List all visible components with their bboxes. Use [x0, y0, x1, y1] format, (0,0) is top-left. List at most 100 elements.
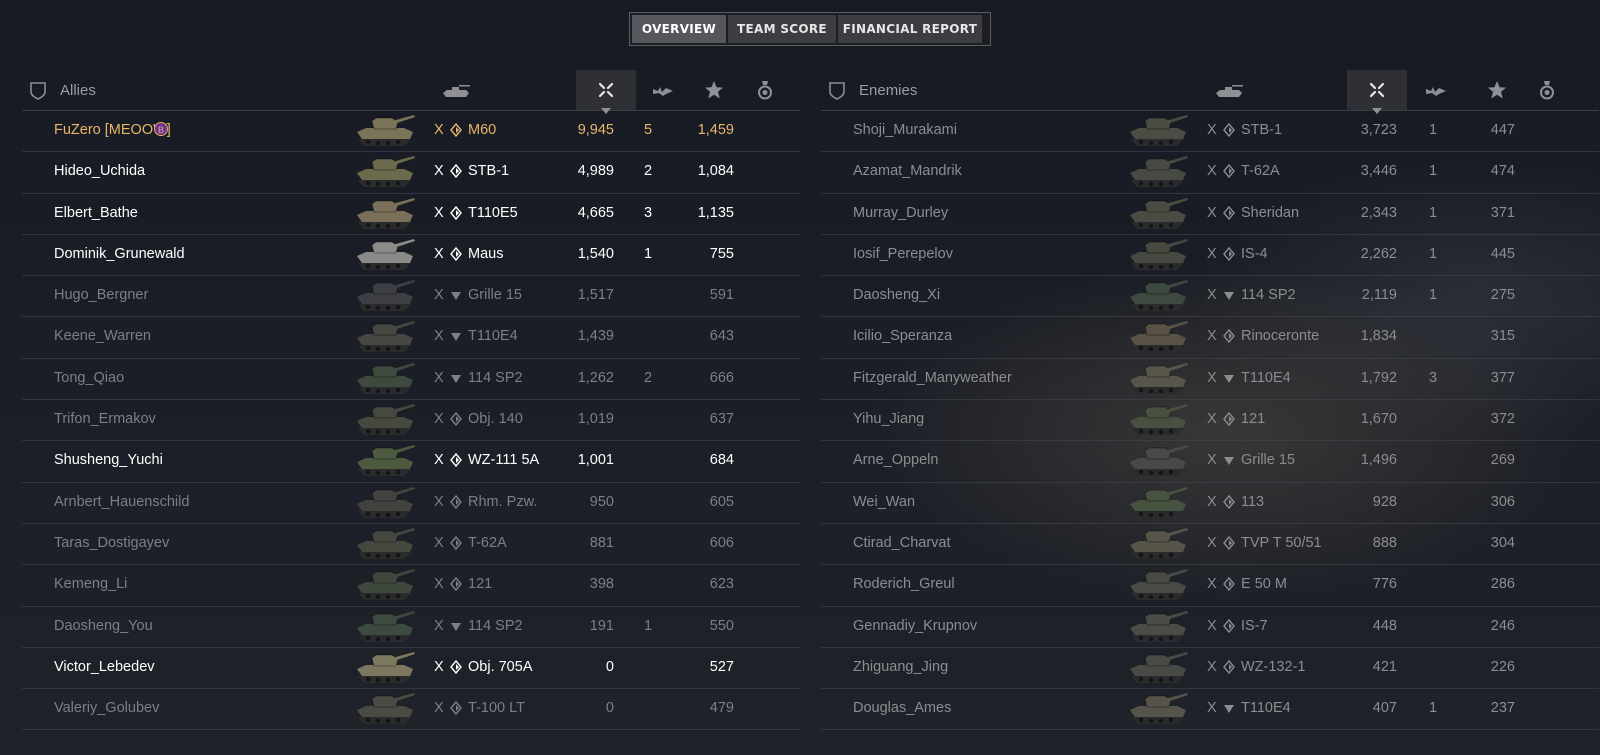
player-row[interactable]: Hugo_Bergner X Grille 15 1,517 591 — [22, 276, 800, 318]
player-row[interactable]: Keene_Warren X T110E4 1,439 643 — [22, 317, 800, 359]
medal-icon[interactable] — [1539, 80, 1555, 100]
player-row[interactable]: FuZero [MEOOW] B X M60 9,945 5 1,459 — [22, 111, 800, 153]
player-row[interactable]: Iosif_Perepelov X IS-4 2,262 1 445 — [821, 235, 1599, 277]
allies-title: Allies — [60, 82, 96, 99]
vehicle-column-icon[interactable] — [442, 84, 472, 98]
vehicle-name: Rinoceronte — [1241, 328, 1320, 345]
player-row[interactable]: Elbert_Bathe X T110E5 4,665 3 1,135 — [22, 194, 800, 235]
player-row[interactable]: Roderich_Greul X E 50 M 776 286 — [821, 565, 1599, 607]
player-row[interactable]: Taras_Dostigayev X T-62A 881 606 — [22, 524, 800, 566]
clan-badge-icon: B — [154, 122, 168, 136]
tab-overview[interactable]: OVERVIEW — [632, 15, 726, 43]
tier-label: X — [434, 369, 444, 386]
player-row[interactable]: Yihu_Jiang X 121 1,670 372 — [821, 400, 1599, 442]
kills-column-icon[interactable] — [1425, 84, 1447, 98]
heavy-tank-class-icon — [450, 164, 462, 179]
experience-value: 286 — [1490, 576, 1515, 593]
player-row[interactable]: Victor_Lebedev X Obj. 705A 0 527 — [22, 648, 800, 690]
tank-thumbnail-icon — [357, 610, 415, 642]
vehicle-name: T-62A — [1241, 163, 1280, 180]
vehicle-name: 121 — [468, 576, 493, 593]
player-row[interactable]: Kemeng_Li X 121 398 623 — [22, 565, 800, 607]
vehicle-name: T110E4 — [468, 328, 518, 345]
vehicle-column-icon[interactable] — [1215, 84, 1245, 98]
vehicle-name: T-62A — [468, 534, 507, 551]
tier-label: X — [1207, 493, 1217, 510]
experience-value: 275 — [1490, 287, 1515, 304]
tank-thumbnail-icon — [1130, 362, 1188, 394]
heavy-tank-class-icon — [450, 494, 462, 509]
kills-value: 1 — [644, 245, 653, 262]
spg-class-icon — [1224, 457, 1234, 466]
tank-thumbnail-icon — [1130, 197, 1188, 229]
player-name: Dominik_Grunewald — [54, 245, 185, 262]
tab-financial-report[interactable]: FINANCIAL REPORT — [838, 15, 982, 43]
tank-thumbnail-icon — [357, 651, 415, 683]
vehicle-name: 114 SP2 — [468, 369, 523, 386]
medal-icon[interactable] — [757, 80, 773, 100]
damage-value: 2,119 — [1361, 287, 1397, 304]
experience-value: 1,084 — [697, 163, 734, 180]
tier-label: X — [1207, 204, 1217, 221]
vehicle-name: T110E5 — [468, 204, 518, 221]
player-row[interactable]: Daosheng_Xi X 114 SP2 2,119 1 275 — [821, 276, 1599, 318]
player-row[interactable]: Shusheng_Yuchi X WZ-111 5A 1,001 684 — [22, 441, 800, 483]
experience-value: 684 — [709, 452, 734, 469]
damage-value: 928 — [1372, 493, 1397, 510]
player-row[interactable]: Shoji_Murakami X STB-1 3,723 1 447 — [821, 111, 1599, 153]
player-row[interactable]: Valeriy_Golubev X T-100 LT 0 479 — [22, 689, 800, 731]
tank-thumbnail-icon — [357, 156, 415, 188]
heavy-tank-class-icon — [1223, 535, 1235, 550]
experience-value: 1,135 — [697, 204, 734, 221]
heavy-tank-class-icon — [1223, 659, 1235, 674]
player-row[interactable]: Tong_Qiao X 114 SP2 1,262 2 666 — [22, 359, 800, 401]
player-row[interactable]: Trifon_Ermakov X Obj. 140 1,019 637 — [22, 400, 800, 442]
tab-team-score[interactable]: TEAM SCORE — [728, 15, 836, 43]
player-name: Arnbert_Hauenschild — [54, 493, 190, 510]
star-icon[interactable] — [1487, 80, 1507, 100]
damage-column-header[interactable] — [576, 70, 636, 114]
player-name: Daosheng_Xi — [853, 287, 941, 304]
player-name: Victor_Lebedev — [54, 658, 155, 675]
heavy-tank-class-icon — [450, 535, 462, 550]
player-row[interactable]: Ctirad_Charvat X TVP T 50/51 888 304 — [821, 524, 1599, 566]
tank-thumbnail-icon — [1130, 651, 1188, 683]
experience-value: 637 — [709, 411, 734, 428]
player-row[interactable]: Hideo_Uchida X STB-1 4,989 2 1,084 — [22, 152, 800, 194]
player-row[interactable]: Azamat_Mandrik X T-62A 3,446 1 474 — [821, 152, 1599, 194]
player-row[interactable]: Gennadiy_Krupnov X IS-7 448 246 — [821, 607, 1599, 648]
player-row[interactable]: Icilio_Speranza X Rinoceronte 1,834 315 — [821, 317, 1599, 359]
player-row[interactable]: Douglas_Ames X T110E4 407 1 237 — [821, 689, 1599, 731]
player-name: Icilio_Speranza — [853, 328, 953, 345]
kills-value: 2 — [644, 369, 653, 386]
player-row[interactable]: Arnbert_Hauenschild X Rhm. Pzw. 950 605 — [22, 483, 800, 524]
damage-value: 448 — [1372, 617, 1397, 634]
allies-header: Allies — [22, 70, 800, 114]
damage-value: 421 — [1372, 658, 1397, 675]
player-row[interactable]: Murray_Durley X Sheridan 2,343 1 371 — [821, 194, 1599, 235]
tier-label: X — [434, 328, 444, 345]
player-row[interactable]: Zhiguang_Jing X WZ-132-1 421 226 — [821, 648, 1599, 690]
tier-label: X — [434, 245, 444, 262]
heavy-tank-class-icon — [450, 701, 462, 716]
tier-label: X — [434, 122, 444, 138]
player-name: Ctirad_Charvat — [853, 534, 951, 551]
spg-class-icon — [1224, 292, 1234, 301]
kills-column-icon[interactable] — [652, 84, 674, 98]
experience-value: 623 — [709, 576, 734, 593]
player-row[interactable]: Wei_Wan X 113 928 306 — [821, 483, 1599, 524]
tier-label: X — [1207, 576, 1217, 593]
kills-value: 1 — [1429, 122, 1438, 138]
player-name: Zhiguang_Jing — [853, 658, 949, 675]
player-row[interactable]: Arne_Oppeln X Grille 15 1,496 269 — [821, 441, 1599, 483]
tank-thumbnail-icon — [1130, 445, 1188, 477]
player-row[interactable]: Dominik_Grunewald X Maus 1,540 1 755 — [22, 235, 800, 277]
experience-value: 605 — [709, 493, 734, 510]
player-name: Valeriy_Golubev — [54, 700, 160, 717]
player-name: Shusheng_Yuchi — [54, 452, 163, 469]
player-row[interactable]: Fitzgerald_Manyweather X T110E4 1,792 3 377 — [821, 359, 1599, 401]
heavy-tank-class-icon — [1223, 164, 1235, 179]
damage-column-header[interactable] — [1347, 70, 1407, 114]
player-row[interactable]: Daosheng_You X 114 SP2 191 1 550 — [22, 607, 800, 648]
star-icon[interactable] — [704, 80, 724, 100]
